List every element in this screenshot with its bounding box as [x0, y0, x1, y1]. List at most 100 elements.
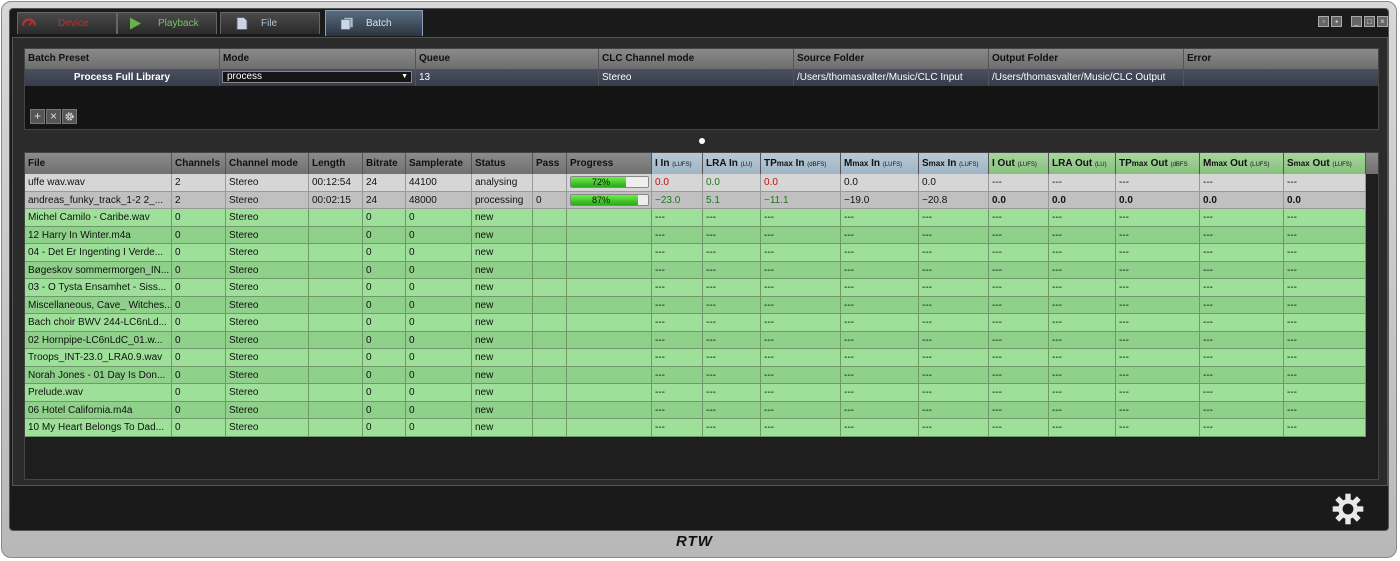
cell-i-in: ---: [652, 296, 703, 314]
col-status[interactable]: Status: [472, 153, 533, 174]
col-tpmax-in[interactable]: TPmax In (dBFS): [761, 153, 841, 174]
table-row[interactable]: Norah Jones - 01 Day Is Don... 0 Stereo 0 0 n…: [25, 366, 1366, 384]
cell-lra-in: ---: [703, 261, 761, 279]
table-row[interactable]: 06 Hotel California.m4a 0 Stereo 0 0 new --- --…: [25, 401, 1366, 419]
table-row[interactable]: 04 - Det Er Ingenting I Verde... 0 Stereo 0…: [25, 244, 1366, 262]
table-row[interactable]: Bach choir BWV 244-LC6nLd... 0 Stereo 0 0 new…: [25, 314, 1366, 332]
col-progress[interactable]: Progress: [567, 153, 652, 174]
tab-device[interactable]: Device: [17, 12, 117, 34]
tab-batch[interactable]: Batch: [325, 10, 423, 36]
col-source-folder[interactable]: Source Folder: [794, 49, 989, 69]
cell-pass: [533, 366, 567, 384]
col-lra-out[interactable]: LRA Out (LU): [1049, 153, 1116, 174]
col-unit: (LUFS): [1017, 162, 1037, 168]
preset-row[interactable]: Process Full Library process ▼ 13 Stereo …: [25, 69, 1378, 86]
cell-length: [309, 244, 363, 262]
table-row[interactable]: uffe wav.wav 2 Stereo 00:12:54 24 44100 analys…: [25, 174, 1366, 192]
cell-m-out: ---: [1200, 209, 1284, 227]
table-row[interactable]: Miscellaneous, Cave_ Witches... 0 Stereo 0 0…: [25, 296, 1366, 314]
col-smax-in[interactable]: Smax In (LUFS): [919, 153, 989, 174]
add-preset-button[interactable]: +: [30, 109, 45, 124]
table-row[interactable]: 10 My Heart Belongs To Dad... 0 Stereo 0 0 ne…: [25, 419, 1366, 437]
cell-progress: [567, 226, 652, 244]
col-mmax-out[interactable]: Mmax Out (LUFS): [1200, 153, 1284, 174]
table-row[interactable]: 03 - O Tysta Ensamhet - Siss... 0 Stereo 0 0…: [25, 279, 1366, 297]
cell-tp-out: ---: [1116, 366, 1200, 384]
cell-pass: [533, 331, 567, 349]
cell-length: [309, 401, 363, 419]
play-icon: [130, 17, 141, 30]
cell-s-out: ---: [1284, 244, 1366, 262]
col-bitrate[interactable]: Bitrate: [363, 153, 406, 174]
col-channels[interactable]: Channels: [172, 153, 226, 174]
mode-select[interactable]: process ▼: [222, 71, 412, 83]
cell-bitrate: 0: [363, 226, 406, 244]
cell-s-in: ---: [919, 401, 989, 419]
cell-m-out: ---: [1200, 226, 1284, 244]
col-samplerate[interactable]: Samplerate: [406, 153, 472, 174]
col-smax-out[interactable]: Smax Out (LUFS): [1284, 153, 1366, 174]
splitter-handle[interactable]: [699, 138, 705, 144]
col-output-folder[interactable]: Output Folder: [989, 49, 1184, 69]
col-error[interactable]: Error: [1184, 49, 1378, 69]
col-queue[interactable]: Queue: [416, 49, 599, 69]
cell-i-in: 0.0: [652, 174, 703, 192]
cell-pass: [533, 314, 567, 332]
cell-bitrate: 0: [363, 296, 406, 314]
batch-panel: Batch Preset Mode Queue CLC Channel mode…: [12, 37, 1388, 486]
col-unit: (LUFS): [1250, 162, 1270, 168]
col-label: TP: [1119, 158, 1132, 169]
maximize-icon[interactable]: □: [1364, 16, 1375, 27]
table-row[interactable]: Michel Camilo - Caribe.wav 0 Stereo 0 0 new --…: [25, 209, 1366, 227]
col-pass[interactable]: Pass: [533, 153, 567, 174]
col-channel-mode[interactable]: Channel mode: [226, 153, 309, 174]
close-icon[interactable]: ×: [1377, 16, 1388, 27]
col-file[interactable]: File: [25, 153, 172, 174]
restore-icon[interactable]: ▫: [1318, 16, 1330, 27]
col-i-in[interactable]: I In (LUFS): [652, 153, 703, 174]
cell-m-out: ---: [1200, 331, 1284, 349]
cell-mode: Stereo: [226, 349, 309, 367]
col-length[interactable]: Length: [309, 153, 363, 174]
table-row[interactable]: andreas_funky_track_1-2 2_... 2 Stereo 00:0…: [25, 191, 1366, 209]
gear-icon[interactable]: [1330, 491, 1366, 527]
minimize-icon[interactable]: _: [1351, 16, 1362, 27]
tab-playback[interactable]: Playback: [117, 12, 217, 34]
table-row[interactable]: 02 Hornpipe-LC6nLdC_01.w... 0 Stereo 0 0 new -…: [25, 331, 1366, 349]
cell-tp-out: ---: [1116, 349, 1200, 367]
cell-bitrate: 0: [363, 244, 406, 262]
cell-m-out: ---: [1200, 384, 1284, 402]
cell-tp-in: −11.1: [761, 191, 841, 209]
cell-i-out: ---: [989, 366, 1049, 384]
preset-settings-button[interactable]: [62, 109, 77, 124]
cell-m-in: ---: [841, 331, 919, 349]
remove-preset-button[interactable]: ×: [46, 109, 61, 124]
cell-channels: 0: [172, 331, 226, 349]
col-label: LRA Out: [1052, 158, 1093, 169]
cell-length: [309, 279, 363, 297]
cell-mode: Stereo: [226, 279, 309, 297]
tile-icon[interactable]: ▪: [1331, 16, 1343, 27]
cell-progress: [567, 314, 652, 332]
tab-file[interactable]: File: [220, 12, 320, 34]
cell-s-out: ---: [1284, 261, 1366, 279]
table-row[interactable]: Prelude.wav 0 Stereo 0 0 new --- --- --- --- --- --…: [25, 384, 1366, 402]
cell-mode: Stereo: [226, 209, 309, 227]
cell-s-out: ---: [1284, 419, 1366, 437]
preset-name: Process Full Library: [25, 69, 220, 86]
cell-m-out: ---: [1200, 366, 1284, 384]
table-row[interactable]: Bøgeskov sommermorgen_IN... 0 Stereo 0 0 new -…: [25, 261, 1366, 279]
col-tpmax-out[interactable]: TPmax Out (dBFS: [1116, 153, 1200, 174]
col-mmax-in[interactable]: Mmax In (LUFS): [841, 153, 919, 174]
source-folder-value[interactable]: /Users/thomasvalter/Music/CLC Input: [794, 69, 989, 86]
cell-samplerate: 0: [406, 244, 472, 262]
col-i-out[interactable]: I Out (LUFS): [989, 153, 1049, 174]
table-row[interactable]: 12 Harry In Winter.m4a 0 Stereo 0 0 new --- ---…: [25, 226, 1366, 244]
col-batch-preset[interactable]: Batch Preset: [25, 49, 220, 69]
table-row[interactable]: Troops_INT-23.0_LRA0.9.wav 0 Stereo 0 0 new --…: [25, 349, 1366, 367]
output-folder-value[interactable]: /Users/thomasvalter/Music/CLC Output: [989, 69, 1184, 86]
col-clc-channel-mode[interactable]: CLC Channel mode: [599, 49, 794, 69]
col-lra-in[interactable]: LRA In (LU): [703, 153, 761, 174]
col-mode[interactable]: Mode: [220, 49, 416, 69]
col-label: In: [792, 158, 805, 169]
